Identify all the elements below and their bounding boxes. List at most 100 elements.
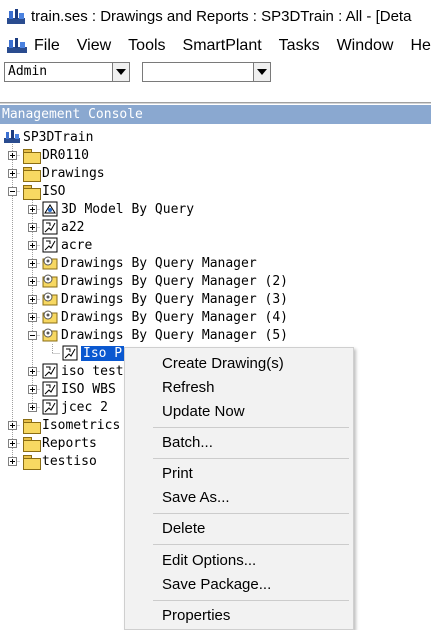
tree-item-dr0110[interactable]: DR0110: [23, 146, 89, 164]
context-menu: Create Drawing(s) Refresh Update Now Bat…: [124, 347, 354, 630]
expand-icon[interactable]: [8, 421, 17, 430]
tree-item-iso[interactable]: ISO: [23, 182, 65, 200]
menu-separator: [153, 513, 349, 514]
tree-item-label: Isometrics: [42, 417, 121, 433]
expand-icon[interactable]: [28, 223, 37, 232]
menu-create-drawings[interactable]: Create Drawing(s): [162, 353, 284, 375]
expand-icon[interactable]: [28, 205, 37, 214]
tree-item-label: ISO: [42, 183, 66, 199]
menu-separator: [153, 544, 349, 545]
menu-window[interactable]: Window: [337, 37, 394, 55]
collapse-icon[interactable]: [8, 187, 17, 196]
expand-icon[interactable]: [8, 457, 17, 466]
drawing-icon: [62, 345, 78, 361]
menu-tasks[interactable]: Tasks: [279, 37, 320, 55]
app-menu-icon[interactable]: [6, 36, 28, 56]
tree-item-dbq-manager[interactable]: Drawings By Query Manager: [42, 254, 257, 272]
tree-item-label: jcec 2: [61, 399, 108, 415]
menu-delete[interactable]: Delete: [162, 518, 205, 540]
menu-separator: [153, 600, 349, 601]
menu-separator: [153, 427, 349, 428]
toolbar: Admin: [0, 58, 431, 105]
tree-item-drawings[interactable]: Drawings: [23, 164, 105, 182]
tree-item-3d-model-by-query[interactable]: 3D Model By Query: [42, 200, 194, 218]
chevron-down-icon[interactable]: [112, 63, 129, 81]
menu-file[interactable]: File: [34, 37, 60, 55]
folder-icon: [23, 436, 41, 452]
menu-help[interactable]: Help: [410, 37, 431, 55]
expand-icon[interactable]: [28, 385, 37, 394]
drawing-icon: [42, 363, 58, 379]
drawing-icon: [42, 399, 58, 415]
window-title: train.ses : Drawings and Reports : SP3DT…: [31, 8, 412, 25]
query-manager-icon: [42, 256, 58, 270]
tree-item-a22[interactable]: a22: [42, 218, 84, 236]
menu-properties[interactable]: Properties: [162, 605, 230, 627]
tree-item-label: Drawings By Query Manager (3): [61, 291, 288, 307]
tree-item-iso-wbs[interactable]: ISO WBS: [42, 380, 116, 398]
query-manager-icon: [42, 328, 58, 342]
menu-edit-options[interactable]: Edit Options...: [162, 550, 256, 572]
tree-item-dbq-manager-3[interactable]: Drawings By Query Manager (3): [42, 290, 288, 308]
tree-item-label: iso test: [61, 363, 124, 379]
tree-item-reports[interactable]: Reports: [23, 434, 97, 452]
query-manager-icon: [42, 292, 58, 306]
expand-icon[interactable]: [28, 367, 37, 376]
menu-tools[interactable]: Tools: [128, 37, 165, 55]
folder-icon: [23, 454, 41, 470]
expand-icon[interactable]: [8, 151, 17, 160]
tree-item-dbq-manager-5[interactable]: Drawings By Query Manager (5): [42, 326, 288, 344]
query-icon: [42, 201, 58, 217]
tree-item-label: Drawings By Query Manager (5): [61, 327, 288, 343]
filter-select[interactable]: [142, 62, 271, 82]
sp3d-app-icon: [4, 130, 20, 143]
expand-icon[interactable]: [8, 169, 17, 178]
expand-icon[interactable]: [8, 439, 17, 448]
tree-item-root[interactable]: SP3DTrain: [4, 128, 93, 146]
tree-item-label: testiso: [42, 453, 97, 469]
tree-item-label: a22: [61, 219, 85, 235]
menu-save-package[interactable]: Save Package...: [162, 574, 271, 596]
tree-item-jcec-2[interactable]: jcec 2: [42, 398, 108, 416]
tree-item-label: SP3DTrain: [23, 129, 94, 145]
role-select[interactable]: Admin: [4, 62, 130, 82]
tree-item-isometrics[interactable]: Isometrics: [23, 416, 120, 434]
panel-header: Management Console: [0, 105, 431, 124]
tree-item-label: Reports: [42, 435, 97, 451]
title-bar: train.ses : Drawings and Reports : SP3DT…: [0, 0, 431, 33]
tree-item-acre[interactable]: acre: [42, 236, 92, 254]
collapse-icon[interactable]: [28, 331, 37, 340]
tree-item-iso-test[interactable]: iso test: [42, 362, 124, 380]
expand-icon[interactable]: [28, 295, 37, 304]
menu-refresh[interactable]: Refresh: [162, 377, 215, 399]
folder-icon: [23, 418, 41, 434]
tree-item-label: DR0110: [42, 147, 89, 163]
tree-item-dbq-manager-2[interactable]: Drawings By Query Manager (2): [42, 272, 288, 290]
tree-item-label: ISO WBS: [61, 381, 116, 397]
menu-view[interactable]: View: [77, 37, 111, 55]
tree-item-iso-p[interactable]: Iso P: [62, 344, 125, 362]
tree-item-label: Drawings By Query Manager (4): [61, 309, 288, 325]
menu-print[interactable]: Print: [162, 463, 193, 485]
folder-open-icon: [23, 184, 41, 200]
chevron-down-icon[interactable]: [253, 63, 270, 81]
menu-update-now[interactable]: Update Now: [162, 401, 245, 423]
menu-batch[interactable]: Batch...: [162, 432, 213, 454]
tree-item-label: Drawings: [42, 165, 105, 181]
menu-bar: File View Tools SmartPlant Tasks Window …: [0, 33, 431, 58]
tree-item-dbq-manager-4[interactable]: Drawings By Query Manager (4): [42, 308, 288, 326]
expand-icon[interactable]: [28, 259, 37, 268]
tree-item-testiso[interactable]: testiso: [23, 452, 97, 470]
tree-item-label: Drawings By Query Manager (2): [61, 273, 288, 289]
query-manager-icon: [42, 310, 58, 324]
tree-item-label: 3D Model By Query: [61, 201, 195, 217]
menu-smartplant[interactable]: SmartPlant: [183, 37, 262, 55]
app-icon: [7, 8, 25, 24]
expand-icon[interactable]: [28, 313, 37, 322]
role-select-value: Admin: [8, 64, 48, 79]
expand-icon[interactable]: [28, 241, 37, 250]
expand-icon[interactable]: [28, 277, 37, 286]
expand-icon[interactable]: [28, 403, 37, 412]
tree-item-label: Iso P: [81, 345, 125, 361]
menu-save-as[interactable]: Save As...: [162, 487, 230, 509]
